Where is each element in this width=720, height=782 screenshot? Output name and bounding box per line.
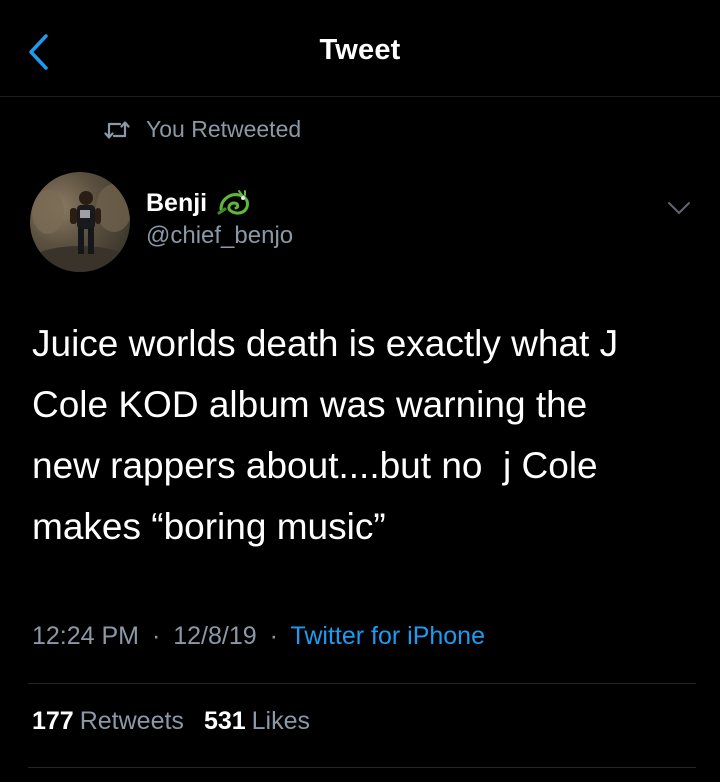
retweet-icon [104,119,130,141]
retweet-indicator-label: You Retweeted [146,116,302,142]
retweets-count: 177 [32,707,74,735]
navigation-bar: Tweet [0,0,720,97]
more-options-button[interactable] [664,196,694,220]
tweet-stats: 177 Retweets 531 Likes [32,707,330,736]
author-name-row[interactable]: Benji [146,187,253,219]
likes-count: 531 [203,707,246,735]
tweet-time: 12:24 PM [32,622,140,650]
likes-stat[interactable]: 531 Likes [204,707,310,736]
avatar-photo [32,184,130,272]
retweets-label: Retweets [79,707,184,735]
likes-label: Likes [251,707,311,735]
divider [28,767,696,768]
chevron-down-icon [668,202,690,214]
dragon-emoji-icon [217,187,253,219]
tweet-metadata: 12:24 PM · 12/8/19 · Twitter for iPhone [32,622,485,651]
tweet-text: Juice worlds death is exactly what J Col… [32,323,619,547]
avatar[interactable] [30,172,130,272]
meta-separator: · [269,622,278,650]
author-name: Benji [146,188,208,217]
author-handle[interactable]: @chief_benjo [146,222,293,250]
page-title: Tweet [319,34,401,66]
meta-separator: · [151,622,161,650]
tweet-date: 12/8/19 [173,622,257,650]
divider [28,683,696,684]
retweet-indicator: You Retweeted [104,116,301,143]
tweet-source-link[interactable]: Twitter for iPhone [290,622,485,650]
retweets-stat[interactable]: 177 Retweets [32,707,184,736]
